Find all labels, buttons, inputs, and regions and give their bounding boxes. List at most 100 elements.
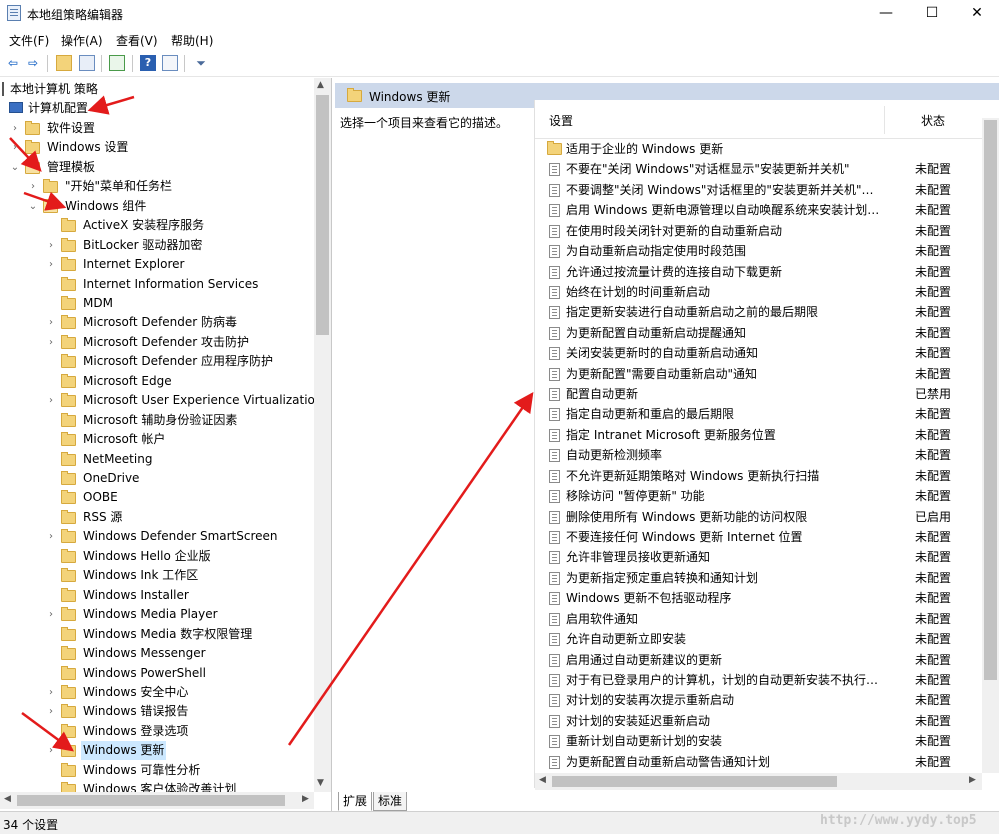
tree-vertical-scrollbar[interactable]: ▲ ▼	[314, 78, 331, 792]
tree-item[interactable]: Microsoft 帐户	[0, 430, 314, 449]
tree-item[interactable]: Microsoft 辅助身份验证因素	[0, 411, 314, 430]
policy-row[interactable]: 重新计划自动更新计划的安装 未配置	[535, 731, 982, 751]
tab-standard[interactable]: 标准	[373, 792, 408, 811]
list-vertical-scrollbar[interactable]	[982, 118, 999, 773]
tree-item[interactable]: Windows Messenger	[0, 644, 314, 663]
tree-hscroll-thumb[interactable]	[17, 795, 285, 806]
policy-row[interactable]: 指定自动更新和重启的最后期限 未配置	[535, 404, 982, 424]
export-list-icon[interactable]	[109, 55, 125, 71]
expand-chevron-icon[interactable]: ›	[46, 313, 56, 332]
policy-row[interactable]: 启用软件通知 未配置	[535, 609, 982, 629]
maximize-button[interactable]: ☐	[909, 0, 955, 28]
expand-chevron-icon[interactable]: ›	[46, 741, 56, 760]
tree-item[interactable]: Windows 登录选项	[0, 722, 314, 741]
policy-row[interactable]: 删除使用所有 Windows 更新功能的访问权限 已启用	[535, 507, 982, 527]
policy-row[interactable]: 自动更新检测频率 未配置	[535, 445, 982, 465]
tree-horizontal-scrollbar[interactable]: ◀ ▶	[0, 792, 314, 809]
list-horizontal-scrollbar[interactable]: ◀ ▶	[535, 773, 982, 790]
expand-chevron-icon[interactable]: ›	[10, 138, 20, 157]
tree-item[interactable]: › 软件设置	[0, 119, 314, 138]
menu-action[interactable]: 操作(A)	[61, 32, 103, 49]
policy-row[interactable]: 不要连接任何 Windows 更新 Internet 位置 未配置	[535, 527, 982, 547]
tree-item[interactable]: Windows Hello 企业版	[0, 547, 314, 566]
policy-row[interactable]: 对计划的安装再次提示重新启动 未配置	[535, 690, 982, 710]
policy-row[interactable]: 配置自动更新 已禁用	[535, 384, 982, 404]
tree-item[interactable]: 本地计算机 策略	[0, 80, 314, 99]
tree-item[interactable]: NetMeeting	[0, 450, 314, 469]
policy-row[interactable]: 对于有已登录用户的计算机，计划的自动更新安装不执行重... 未配置	[535, 670, 982, 690]
tree-item[interactable]: ⌄ 管理模板	[0, 158, 314, 177]
menu-file[interactable]: 文件(F)	[9, 32, 49, 49]
policy-row[interactable]: 允许非管理员接收更新通知 未配置	[535, 547, 982, 567]
properties-icon[interactable]	[162, 55, 178, 71]
close-button[interactable]: ✕	[954, 0, 999, 28]
expand-chevron-icon[interactable]: ›	[28, 177, 38, 196]
collapse-chevron-icon[interactable]: ⌄	[28, 197, 38, 216]
policy-row[interactable]: 在使用时段关闭针对更新的自动重新启动 未配置	[535, 221, 982, 241]
policy-row[interactable]: 不要调整"关闭 Windows"对话框里的"安装更新并关机"的默... 未配置	[535, 180, 982, 200]
list-folder-row[interactable]: 适用于企业的 Windows 更新	[535, 139, 982, 159]
tree-item[interactable]: Windows Ink 工作区	[0, 566, 314, 585]
help-icon[interactable]: ?	[140, 55, 156, 71]
policy-row[interactable]: 对计划的安装延迟重新启动 未配置	[535, 711, 982, 731]
expand-chevron-icon[interactable]: ›	[46, 255, 56, 274]
column-setting[interactable]: 设置	[549, 112, 573, 129]
policy-row[interactable]: 不要在"关闭 Windows"对话框显示"安装更新并关机" 未配置	[535, 159, 982, 179]
minimize-button[interactable]: —	[863, 0, 909, 28]
tree-item[interactable]: Windows 可靠性分析	[0, 761, 314, 780]
tree-item[interactable]: › Microsoft User Experience Virtualizatio…	[0, 391, 323, 410]
policy-row[interactable]: Windows 更新不包括驱动程序 未配置	[535, 588, 982, 608]
expand-chevron-icon[interactable]: ›	[46, 391, 56, 410]
policy-row[interactable]: 启用通过自动更新建议的更新 未配置	[535, 650, 982, 670]
tree-item[interactable]: › Windows 安全中心	[0, 683, 314, 702]
tree-item[interactable]: › Windows 设置	[0, 138, 314, 157]
policy-row[interactable]: 启用 Windows 更新电源管理以自动唤醒系统来安装计划的... 未配置	[535, 200, 982, 220]
expand-chevron-icon[interactable]: ›	[46, 702, 56, 721]
list-hscroll-thumb[interactable]	[552, 776, 837, 787]
menu-help[interactable]: 帮助(H)	[171, 32, 213, 49]
tree-item[interactable]: 计算机配置	[0, 99, 314, 118]
menu-view[interactable]: 查看(V)	[116, 32, 158, 49]
tree-item[interactable]: › Windows 错误报告	[0, 702, 314, 721]
policy-row[interactable]: 始终在计划的时间重新启动 未配置	[535, 282, 982, 302]
tree-item[interactable]: OneDrive	[0, 469, 314, 488]
policy-row[interactable]: 指定 Intranet Microsoft 更新服务位置 未配置	[535, 425, 982, 445]
policy-row[interactable]: 为更新配置"需要自动重新启动"通知 未配置	[535, 364, 982, 384]
tree-item[interactable]: ⌄ Windows 组件	[0, 197, 314, 216]
policy-row[interactable]: 允许通过按流量计费的连接自动下载更新 未配置	[535, 262, 982, 282]
policy-row[interactable]: 为自动重新启动指定使用时段范围 未配置	[535, 241, 982, 261]
expand-chevron-icon[interactable]: ›	[46, 683, 56, 702]
policy-row[interactable]: 为更新指定预定重启转换和通知计划 未配置	[535, 568, 982, 588]
tab-extended[interactable]: 扩展	[338, 792, 373, 811]
tree-item[interactable]: › Windows Defender SmartScreen	[0, 527, 314, 546]
tree-item[interactable]: › Microsoft Defender 防病毒	[0, 313, 314, 332]
tree-item[interactable]: › "开始"菜单和任务栏	[0, 177, 314, 196]
column-state[interactable]: 状态	[921, 112, 945, 129]
up-folder-icon[interactable]	[56, 55, 72, 71]
tree-item[interactable]: Microsoft Defender 应用程序防护	[0, 352, 314, 371]
tree-item[interactable]: › Microsoft Defender 攻击防护	[0, 333, 314, 352]
tree-item[interactable]: Internet Information Services	[0, 275, 314, 294]
show-hide-tree-icon[interactable]	[79, 55, 95, 71]
tree-item[interactable]: OOBE	[0, 488, 314, 507]
policy-row[interactable]: 关闭安装更新时的自动重新启动通知 未配置	[535, 343, 982, 363]
back-icon[interactable]: ⇦	[5, 55, 21, 71]
tree-item[interactable]: › Internet Explorer	[0, 255, 314, 274]
policy-row[interactable]: 指定更新安装进行自动重新启动之前的最后期限 未配置	[535, 302, 982, 322]
forward-icon[interactable]: ⇨	[25, 55, 41, 71]
tree-item[interactable]: › Windows 更新	[0, 741, 314, 761]
tree-item[interactable]: Microsoft Edge	[0, 372, 314, 391]
expand-chevron-icon[interactable]: ›	[10, 119, 20, 138]
policy-row[interactable]: 允许自动更新立即安装 未配置	[535, 629, 982, 649]
policy-row[interactable]: 为更新配置自动重新启动提醒通知 未配置	[535, 323, 982, 343]
tree-item[interactable]: ActiveX 安装程序服务	[0, 216, 314, 235]
expand-chevron-icon[interactable]: ›	[46, 333, 56, 352]
expand-chevron-icon[interactable]: ›	[46, 236, 56, 255]
list-scroll-thumb[interactable]	[984, 120, 997, 680]
policy-row[interactable]: 不允许更新延期策略对 Windows 更新执行扫描 未配置	[535, 466, 982, 486]
tree-item[interactable]: Windows Media 数字权限管理	[0, 625, 314, 644]
tree-item[interactable]: Windows Installer	[0, 586, 314, 605]
tree-item[interactable]: Windows PowerShell	[0, 664, 314, 683]
tree-item[interactable]: › Windows Media Player	[0, 605, 314, 624]
expand-chevron-icon[interactable]: ›	[46, 605, 56, 624]
